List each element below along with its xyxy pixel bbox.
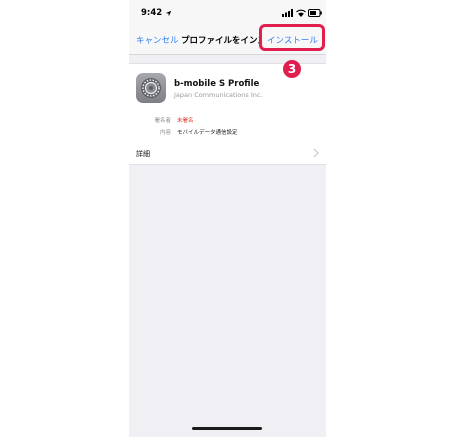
profile-name: b-mobile S Profile — [174, 79, 260, 89]
step-badge: 3 — [283, 60, 301, 78]
details-label: 詳細 — [136, 150, 150, 158]
signer-label: 署名者 — [154, 118, 171, 124]
contents-value: モバイルデータ通信設定 — [177, 130, 238, 136]
signer-value: 未署名 — [177, 118, 194, 124]
battery-icon — [308, 9, 322, 17]
chevron-right-icon — [313, 148, 319, 158]
status-time: 9:42 — [141, 8, 163, 18]
page-title: プロファイルをインストール — [181, 36, 259, 46]
status-bar: 9:42 — [129, 0, 326, 26]
details-row[interactable]: 詳細 — [129, 142, 326, 165]
profile-organization: Japan Communications Inc. — [174, 91, 263, 99]
cancel-button[interactable]: キャンセル — [136, 34, 179, 46]
settings-gear-icon — [136, 73, 166, 103]
install-highlight-box — [259, 24, 325, 51]
signal-icon — [282, 9, 293, 17]
location-icon — [165, 10, 172, 17]
home-indicator — [192, 427, 262, 430]
contents-label: 内容 — [159, 130, 171, 136]
wifi-icon — [296, 9, 306, 17]
